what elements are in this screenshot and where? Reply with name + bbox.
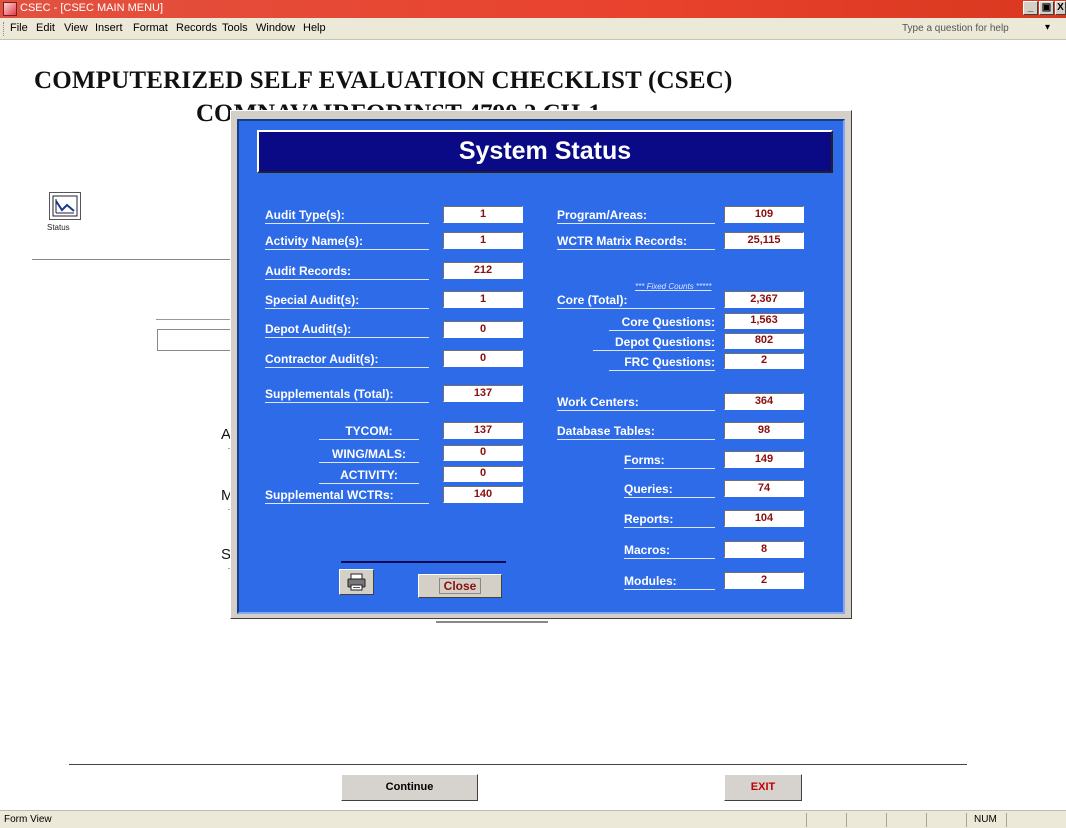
core-questions-value: 1,563 xyxy=(724,313,804,329)
divider xyxy=(32,259,232,260)
help-dropdown-arrow-icon[interactable]: ▾ xyxy=(1045,22,1050,33)
frc-questions-value: 2 xyxy=(724,353,804,369)
divider xyxy=(436,621,548,623)
supplementals-total-value: 137 xyxy=(443,385,523,402)
dialog-body: System Status Audit Type(s): 1 Activity … xyxy=(237,119,845,614)
core-questions-label: Core Questions: xyxy=(609,315,715,331)
work-centers-value: 364 xyxy=(724,393,804,410)
work-centers-label: Work Centers: xyxy=(557,395,715,411)
database-tables-value: 98 xyxy=(724,422,804,439)
status-separator xyxy=(1006,813,1007,827)
status-bar: Form View NUM xyxy=(0,810,1066,828)
background-combo-box[interactable] xyxy=(157,329,237,351)
status-separator xyxy=(926,813,927,827)
depot-audits-label: Depot Audit(s): xyxy=(265,322,429,338)
wing-mals-label: WING/MALS: xyxy=(319,447,419,463)
wing-mals-value: 0 xyxy=(443,445,523,461)
modules-label: Modules: xyxy=(624,574,715,590)
activity-names-value: 1 xyxy=(443,232,523,249)
toolbar-grip[interactable] xyxy=(3,22,6,36)
activity-label: ACTIVITY: xyxy=(319,468,419,484)
audit-records-label: Audit Records: xyxy=(265,264,429,280)
reports-label: Reports: xyxy=(624,512,715,528)
database-tables-label: Database Tables: xyxy=(557,424,715,440)
minimize-button[interactable]: _ xyxy=(1023,1,1038,15)
core-total-value: 2,367 xyxy=(724,291,804,308)
modules-value: 2 xyxy=(724,572,804,589)
menu-help[interactable]: Help xyxy=(303,22,326,34)
dialog-header: System Status xyxy=(257,130,833,173)
program-areas-label: Program/Areas: xyxy=(557,208,715,224)
menu-tools[interactable]: Tools xyxy=(222,22,248,34)
tycom-label: TYCOM: xyxy=(319,424,419,440)
exit-button[interactable]: EXIT xyxy=(724,774,802,801)
menu-records[interactable]: Records xyxy=(176,22,217,34)
status-separator xyxy=(886,813,887,827)
close-button[interactable]: Close xyxy=(418,574,502,598)
system-status-dialog: System Status Audit Type(s): 1 Activity … xyxy=(230,110,852,619)
menu-view[interactable]: View xyxy=(64,22,88,34)
macros-value: 8 xyxy=(724,541,804,558)
status-bar-mode: Form View xyxy=(4,814,52,825)
divider xyxy=(156,319,236,320)
status-label: Status xyxy=(47,223,70,232)
core-total-label: Core (Total): xyxy=(557,293,715,309)
status-separator xyxy=(846,813,847,827)
menu-bar: File Edit View Insert Format Records Too… xyxy=(0,18,1066,40)
dialog-divider xyxy=(341,561,506,563)
tycom-value: 137 xyxy=(443,422,523,439)
restore-button[interactable]: ▣ xyxy=(1039,1,1054,15)
reports-value: 104 xyxy=(724,510,804,527)
status-separator xyxy=(966,813,967,827)
macros-label: Macros: xyxy=(624,543,715,559)
wctr-matrix-records-label: WCTR Matrix Records: xyxy=(557,234,715,250)
close-button-label: Close xyxy=(438,578,482,594)
forms-label: Forms: xyxy=(624,453,715,469)
depot-audits-value: 0 xyxy=(443,321,523,338)
title-bar: CSEC - [CSEC MAIN MENU] _ ▣ X xyxy=(0,0,1066,18)
program-areas-value: 109 xyxy=(724,206,804,223)
continue-button[interactable]: Continue xyxy=(341,774,478,801)
activity-names-label: Activity Name(s): xyxy=(265,234,429,250)
activity-value: 0 xyxy=(443,466,523,482)
supplemental-wctrs-value: 140 xyxy=(443,486,523,503)
printer-icon xyxy=(347,573,366,591)
supplemental-wctrs-label: Supplemental WCTRs: xyxy=(265,488,429,504)
audit-types-label: Audit Type(s): xyxy=(265,208,429,224)
status-button[interactable] xyxy=(49,192,81,220)
frc-questions-label: FRC Questions: xyxy=(609,355,715,371)
audit-types-value: 1 xyxy=(443,206,523,223)
contractor-audits-label: Contractor Audit(s): xyxy=(265,352,429,368)
fixed-counts-note: *** Fixed Counts ***** xyxy=(635,282,712,291)
help-question-field[interactable]: Type a question for help xyxy=(898,21,1043,37)
menu-edit[interactable]: Edit xyxy=(36,22,55,34)
depot-questions-value: 802 xyxy=(724,333,804,349)
depot-questions-label: Depot Questions: xyxy=(593,335,715,351)
special-audits-value: 1 xyxy=(443,291,523,308)
app-icon xyxy=(3,2,17,16)
window-title: CSEC - [CSEC MAIN MENU] xyxy=(20,2,164,14)
special-audits-label: Special Audit(s): xyxy=(265,293,429,309)
queries-label: Queries: xyxy=(624,482,715,498)
page-title: COMPUTERIZED SELF EVALUATION CHECKLIST (… xyxy=(34,67,733,94)
menu-file[interactable]: File xyxy=(10,22,28,34)
audit-records-value: 212 xyxy=(443,262,523,279)
menu-window[interactable]: Window xyxy=(256,22,295,34)
num-lock-indicator: NUM xyxy=(974,814,997,825)
menu-insert[interactable]: Insert xyxy=(95,22,123,34)
close-window-button[interactable]: X xyxy=(1055,1,1066,15)
footer-divider xyxy=(69,764,967,765)
menu-format[interactable]: Format xyxy=(133,22,168,34)
print-button[interactable] xyxy=(339,569,374,595)
queries-value: 74 xyxy=(724,480,804,497)
contractor-audits-value: 0 xyxy=(443,350,523,367)
wctr-matrix-records-value: 25,115 xyxy=(724,232,804,249)
supplementals-total-label: Supplementals (Total): xyxy=(265,387,429,403)
chart-icon xyxy=(52,195,78,217)
forms-value: 149 xyxy=(724,451,804,468)
status-separator xyxy=(806,813,807,827)
